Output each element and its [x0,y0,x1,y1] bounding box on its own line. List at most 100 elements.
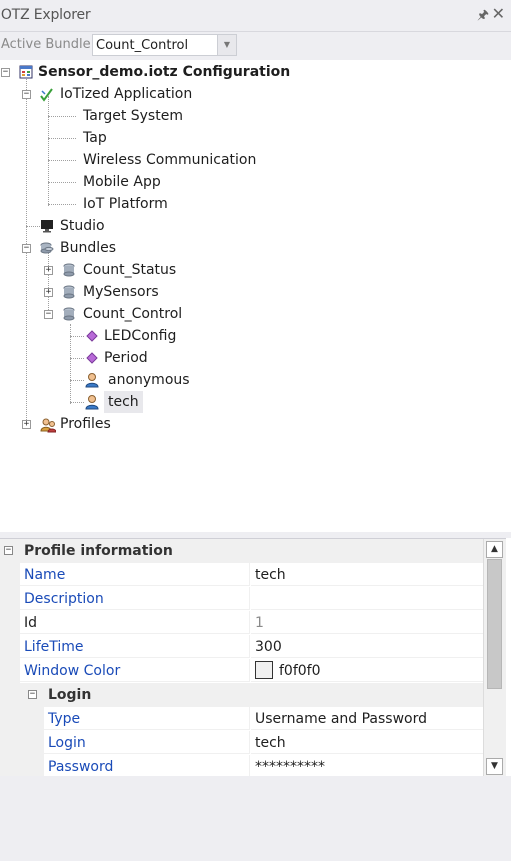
active-bundle-select[interactable]: Count_Control ▼ [92,34,237,56]
property-name: Name [20,563,250,586]
property-row-window-color[interactable]: Window Color f0f0f0 [0,659,483,683]
scroll-thumb[interactable] [487,559,502,689]
tree-connector [48,250,49,316]
collapse-toggle[interactable]: − [1,68,10,77]
tree-node-iotized-application[interactable]: IoTized Application [60,83,192,105]
tree-node-anonymous[interactable]: anonymous [108,369,190,391]
close-icon[interactable]: ✕ [492,4,505,23]
tree-node-period[interactable]: Period [104,347,148,369]
tree-node-ledconfig[interactable]: LEDConfig [104,325,176,347]
row-gutter [0,563,20,587]
row-gutter [0,659,20,683]
property-row-password[interactable]: Password ********** [0,755,483,777]
vertical-scrollbar[interactable]: ▲ ▼ [483,539,506,777]
description-pane [0,776,511,861]
tree-node-label: Mobile App [83,174,161,190]
chevron-down-icon[interactable]: ▼ [217,35,236,55]
property-name: Window Color [20,659,250,682]
scroll-down-arrow-icon[interactable]: ▼ [486,758,503,775]
tree-node-label: Profiles [60,416,111,432]
tree-node-label: tech [108,394,139,410]
user-icon [85,395,99,410]
expand-toggle[interactable]: + [22,420,31,429]
color-swatch[interactable] [255,661,273,679]
tree-node-tap[interactable]: Tap [83,127,107,149]
category-profile-information[interactable]: − Profile information [0,539,483,563]
tree-connector [48,96,49,206]
explorer-title-bar: IOTZ Explorer 🖈 ✕ [0,0,511,32]
tree-connector [48,160,76,161]
tree-node-label: Period [104,350,148,366]
tree-connector [48,116,76,117]
collapse-toggle[interactable]: − [28,690,37,699]
tree-node-mobile-app[interactable]: Mobile App [83,171,161,193]
monitor-icon [41,220,53,233]
collapse-toggle[interactable]: − [44,310,53,319]
row-gutter [0,611,20,635]
tree-node-label: Wireless Communication [83,152,257,168]
property-value[interactable]: tech [251,563,483,586]
property-row-type[interactable]: Type Username and Password [0,707,483,731]
expand-toggle[interactable]: + [44,288,53,297]
tree-node-iot-platform[interactable]: IoT Platform [83,193,168,215]
bundles-icon [40,242,54,254]
tree-node-label: Count_Control [83,306,183,322]
database-icon [63,285,75,299]
property-row-login[interactable]: Login tech [0,731,483,755]
tree-node-label: IoTized Application [60,86,193,102]
tree-node-bundles[interactable]: Bundles [60,237,116,259]
expand-toggle[interactable]: + [44,266,53,275]
property-row-name[interactable]: Name tech [0,563,483,587]
tree-node-target-system[interactable]: Target System [83,105,183,127]
collapse-toggle[interactable]: − [22,90,31,99]
database-icon [63,263,75,277]
tree-connector [70,402,84,403]
property-name: Description [20,587,250,610]
profiles-icon [40,418,56,433]
tree-node-studio[interactable]: Studio [60,215,105,237]
tree-connector [70,336,84,337]
tree-node-count-status[interactable]: Count_Status [83,259,176,281]
user-icon [85,373,99,388]
tree-node-label: Tap [83,130,107,146]
config-file-icon [19,65,33,79]
property-value[interactable]: tech [251,731,483,754]
property-value[interactable] [251,587,483,610]
tree-node-label: Studio [60,218,105,234]
property-name: LifeTime [20,635,250,658]
tree-node-tech[interactable]: tech [104,391,143,413]
property-value[interactable]: Username and Password [251,707,483,730]
property-name: Type [44,707,250,730]
category-login[interactable]: − Login [0,683,483,707]
property-row-description[interactable]: Description [0,587,483,611]
property-row-lifetime[interactable]: LifeTime 300 [0,635,483,659]
tree-node-count-control[interactable]: Count_Control [83,303,182,325]
property-name: Id [20,611,250,634]
tree-connector [48,204,76,205]
scroll-up-arrow-icon[interactable]: ▲ [486,541,503,558]
row-gutter [0,707,44,731]
tree-connector [70,358,84,359]
property-name: Password [44,755,250,777]
tree-node-wireless-communication[interactable]: Wireless Communication [83,149,256,171]
tree-node-mysensors[interactable]: MySensors [83,281,159,303]
tree-connector [26,226,40,227]
collapse-toggle[interactable]: − [22,244,31,253]
row-gutter [0,635,20,659]
collapse-toggle[interactable]: − [4,546,13,555]
property-value-color[interactable]: f0f0f0 [251,659,483,682]
tree-node-label: MySensors [83,284,159,300]
color-value: f0f0f0 [279,663,321,679]
explorer-tree: − Sensor_demo.iotz Configuration − IoTiz… [0,60,511,532]
tree-node-root[interactable]: Sensor_demo.iotz Configuration [38,61,290,83]
pin-icon[interactable]: 🖈 [477,6,489,28]
row-gutter [0,731,44,755]
property-row-id[interactable]: Id 1 [0,611,483,635]
row-gutter [0,587,20,611]
property-value[interactable]: 300 [251,635,483,658]
tree-node-profiles[interactable]: Profiles [60,413,111,435]
active-bundle-bar: Active Bundle: Count_Control ▼ [0,32,511,60]
category-label: Profile information [24,543,173,559]
tree-node-label: Sensor_demo.iotz Configuration [38,64,291,80]
property-value[interactable]: ********** [251,755,483,777]
